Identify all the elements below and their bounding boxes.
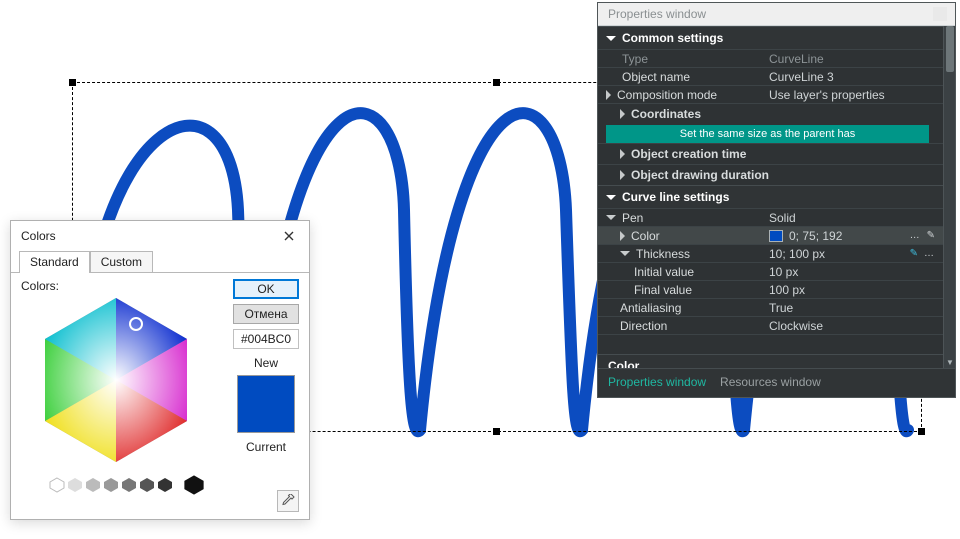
row-composition-mode[interactable]: Composition mode Use layer's properties [598, 85, 943, 103]
color-tabs: Standard Custom [11, 250, 309, 272]
chevron-down-icon [620, 251, 630, 256]
chevron-right-icon [606, 90, 611, 100]
section-curve-line-settings[interactable]: Curve line settings [598, 185, 943, 208]
edit-pencil-icon[interactable]: ✎ [927, 231, 935, 241]
section-color-bottom: Color [598, 354, 943, 368]
row-type: Type CurveLine [598, 49, 943, 67]
scroll-thumb[interactable] [946, 26, 954, 72]
row-object-name[interactable]: Object name CurveLine 3 [598, 67, 943, 85]
chevron-down-icon [606, 195, 616, 200]
chevron-right-icon [620, 149, 625, 159]
vertical-scrollbar[interactable]: ▲ ▼ [943, 26, 955, 368]
edit-pencil-icon[interactable]: ✎ [910, 249, 918, 259]
section-common-label: Common settings [622, 31, 723, 45]
chevron-right-icon [620, 170, 625, 180]
row-direction[interactable]: Direction Clockwise [598, 316, 943, 334]
tab-properties-window[interactable]: Properties window [608, 375, 706, 389]
eyedropper-icon [281, 494, 295, 508]
resize-handle-top-left[interactable] [69, 79, 76, 86]
properties-title: Properties window [608, 7, 706, 21]
row-drawing-duration[interactable]: Object drawing duration [598, 164, 943, 185]
resize-handle-bot-right[interactable] [918, 428, 925, 435]
hex-color-picker[interactable] [21, 295, 211, 465]
tab-standard[interactable]: Standard [19, 251, 90, 273]
hex-value[interactable]: #004BC0 [233, 329, 299, 349]
color-dialog-title: Colors [21, 229, 56, 243]
resize-handle-top-mid[interactable] [493, 79, 500, 86]
scroll-down-icon[interactable]: ▼ [944, 356, 955, 368]
grayscale-row[interactable] [49, 474, 221, 496]
section-common-settings[interactable]: Common settings [598, 26, 943, 49]
tab-resources-window[interactable]: Resources window [720, 375, 821, 389]
new-color-swatch [237, 375, 295, 433]
row-final-value[interactable]: Final value 100 px [598, 280, 943, 298]
more-button[interactable]: … [924, 249, 935, 259]
cancel-button[interactable]: Отмена [233, 304, 299, 324]
color-chip [769, 230, 783, 242]
more-button[interactable]: … [910, 231, 921, 241]
properties-panel-title-bar: Properties window [598, 3, 955, 26]
set-parent-size-button[interactable]: Set the same size as the parent has [606, 125, 929, 143]
current-label: Current [233, 440, 299, 454]
row-coordinates[interactable]: Coordinates [598, 103, 943, 124]
tab-custom[interactable]: Custom [90, 251, 153, 273]
panel-menu-button[interactable] [933, 7, 947, 21]
properties-panel: Properties window ▲ ▼ Common settings Ty… [597, 2, 956, 398]
new-label: New [233, 356, 299, 370]
row-antialiasing[interactable]: Antialiasing True [598, 298, 943, 316]
chevron-down-icon [606, 36, 616, 41]
panel-footer-tabs: Properties window Resources window [598, 368, 955, 397]
close-button[interactable] [277, 226, 301, 246]
row-pen-color[interactable]: Color 0; 75; 192 … ✎ [598, 226, 943, 244]
eyedropper-button[interactable] [277, 490, 299, 512]
colors-label: Colors: [21, 279, 221, 293]
ok-button[interactable]: OK [233, 279, 299, 299]
chevron-right-icon [620, 109, 625, 119]
close-icon [284, 231, 294, 241]
resize-handle-bot-mid[interactable] [493, 428, 500, 435]
row-creation-time[interactable]: Object creation time [598, 143, 943, 164]
chevron-down-icon [606, 215, 616, 220]
row-thickness[interactable]: Thickness 10; 100 px ✎ … [598, 244, 943, 262]
row-initial-value[interactable]: Initial value 10 px [598, 262, 943, 280]
row-pen[interactable]: Pen Solid [598, 208, 943, 226]
color-picker-dialog: Colors Standard Custom Colors: [10, 220, 310, 520]
chevron-right-icon [620, 231, 625, 241]
